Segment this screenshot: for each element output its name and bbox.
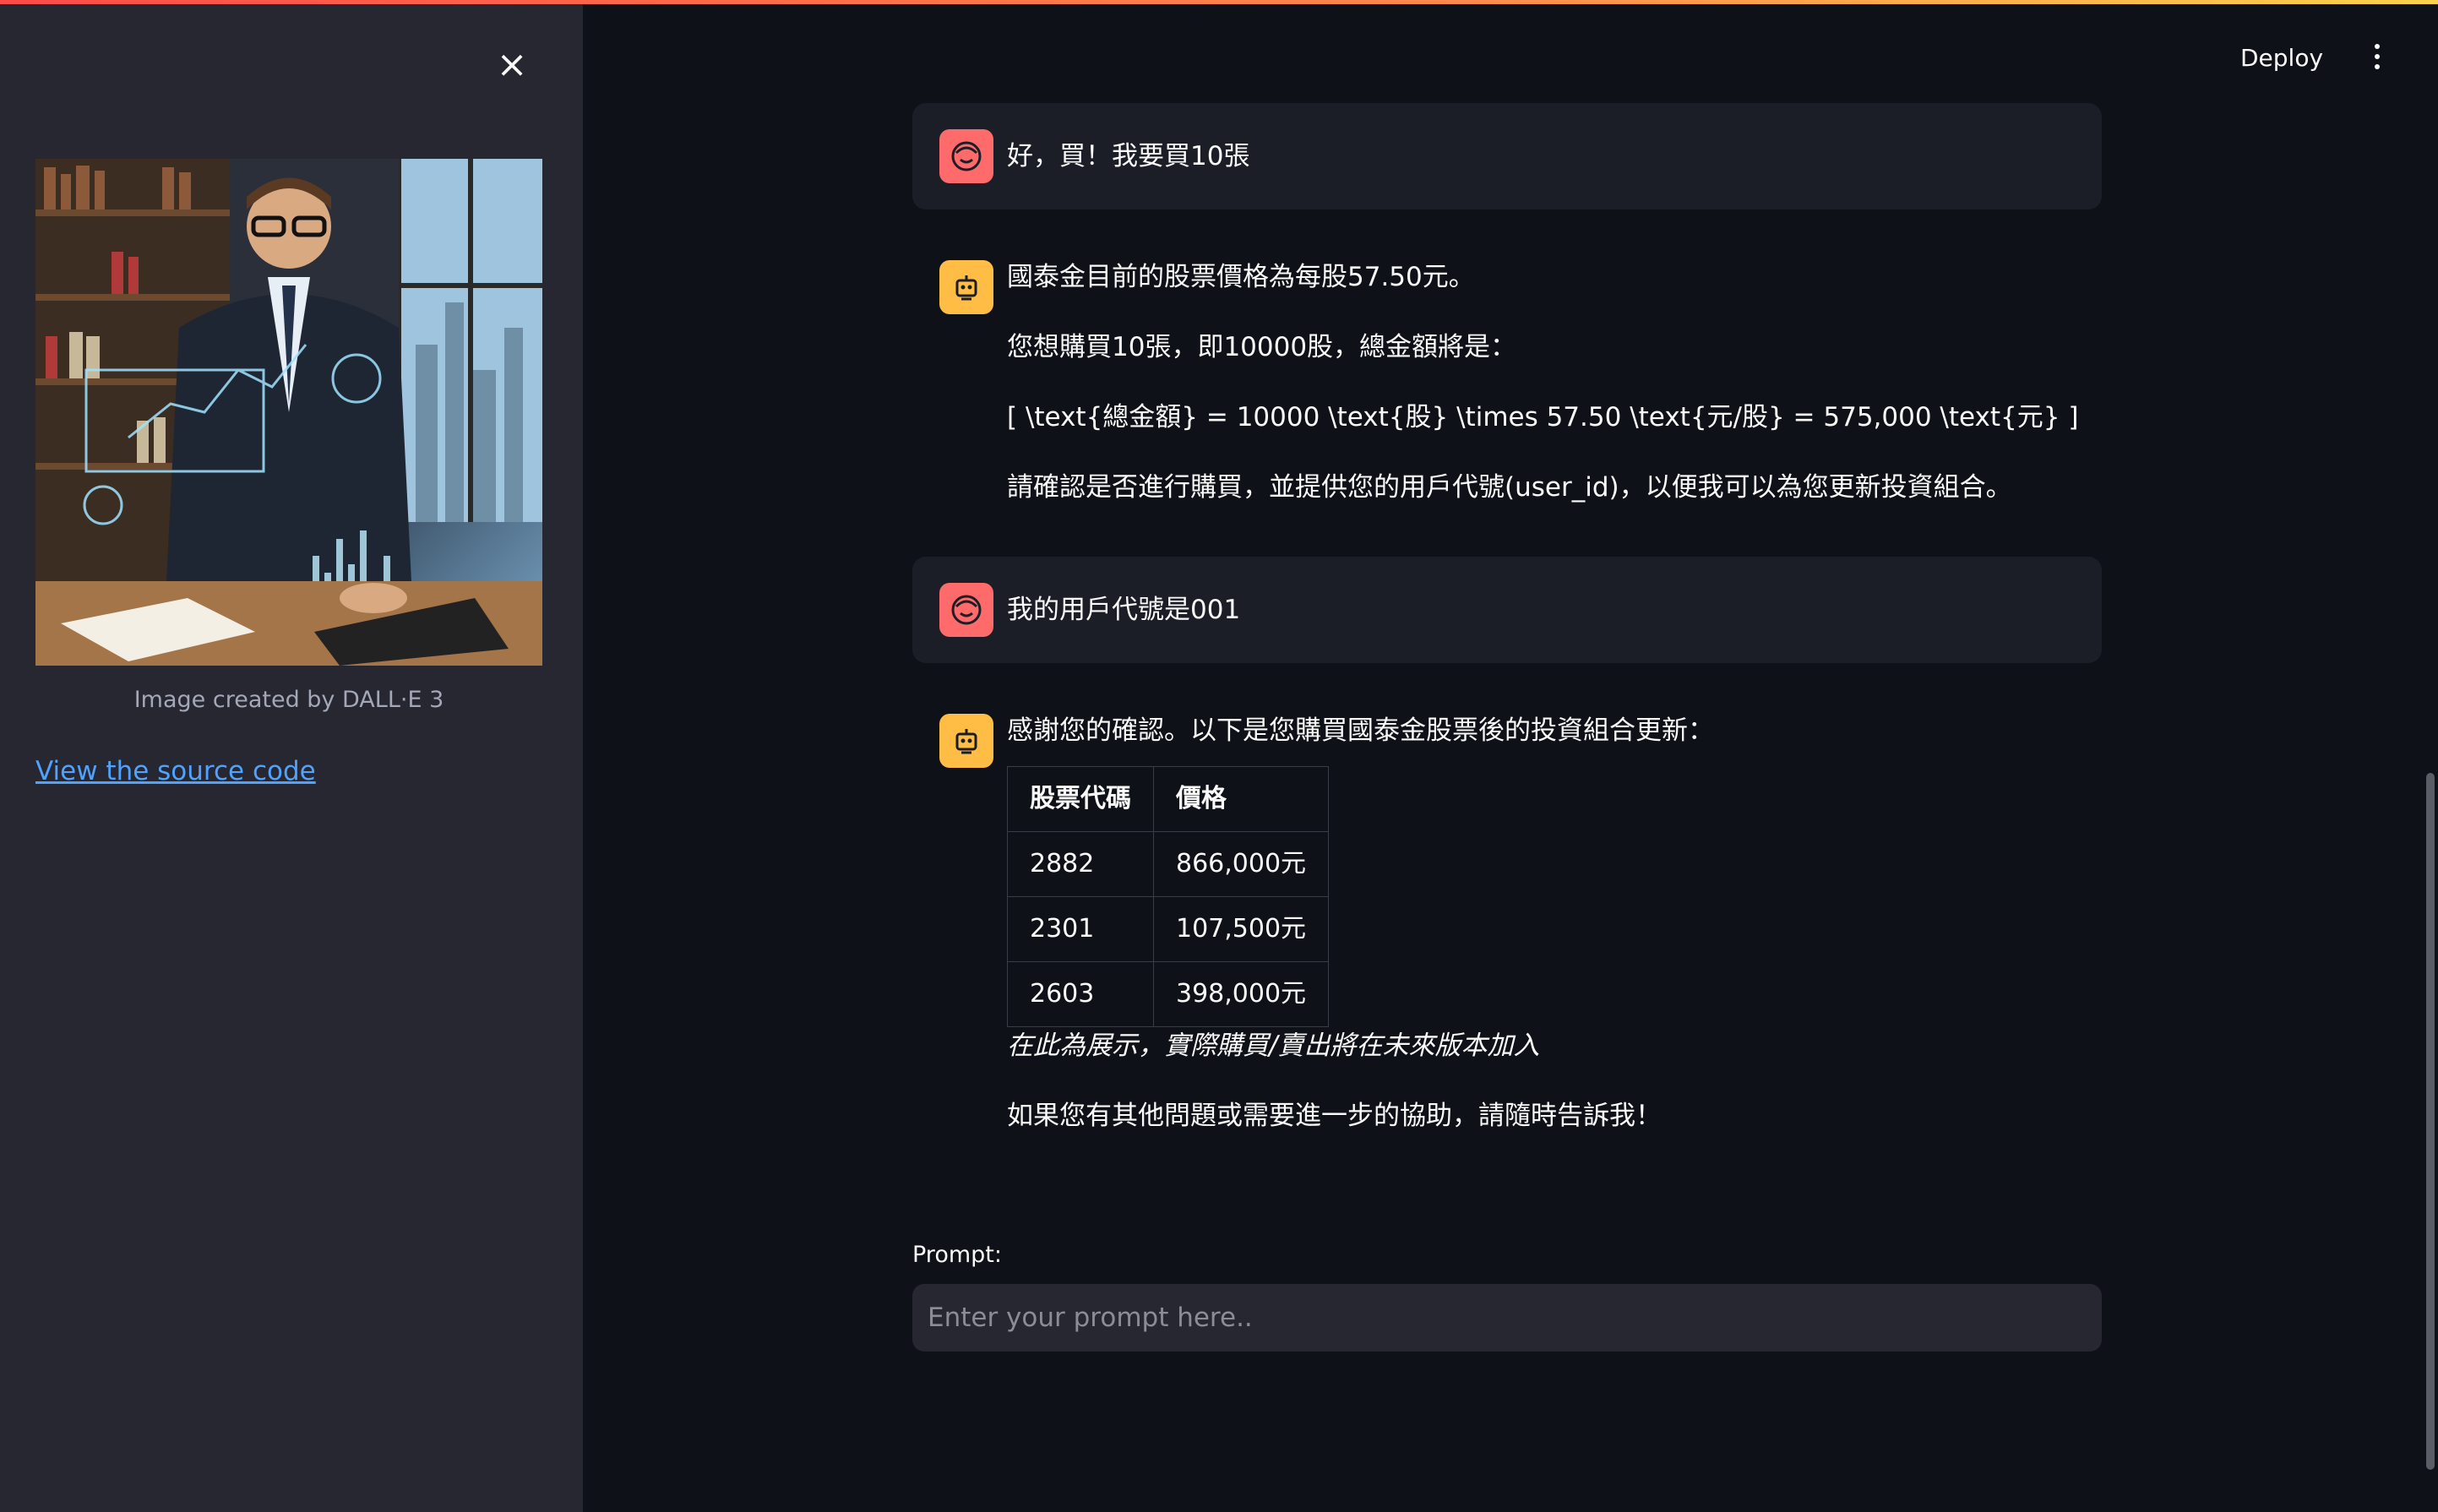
- more-options-icon[interactable]: [2365, 44, 2389, 78]
- demo-note: 在此為展示，實際購買/賣出將在未來版本加入: [1007, 1031, 1540, 1061]
- message-paragraph: 國泰金目前的股票價格為每股57.50元。: [1007, 262, 1475, 292]
- chat-area: 好，買！我要買10張 國泰金目前的股票價格為每股57.50元。 您想購買10張，…: [912, 103, 2102, 1160]
- table-cell: 2603: [1007, 961, 1154, 1027]
- table-cell: 2301: [1007, 896, 1154, 962]
- table-cell: 398,000元: [1152, 961, 1330, 1027]
- message-closing: 如果您有其他問題或需要進一步的協助，請隨時告訴我！: [1007, 1101, 1662, 1131]
- message-paragraph: 您想購買10張，即10000股，總金額將是：: [1007, 332, 1517, 362]
- table-header-cell: 股票代碼: [1007, 766, 1154, 832]
- robot-icon: [939, 260, 993, 314]
- table-row: 2301 107,500元: [1007, 896, 1330, 962]
- chat-message-assistant: 感謝您的確認。以下是您購買國泰金股票後的投資組合更新： 股票代碼 價格 2882…: [912, 687, 2102, 1160]
- table-cell: 107,500元: [1152, 896, 1330, 962]
- message-text: 感謝您的確認。以下是您購買國泰金股票後的投資組合更新： 股票代碼 價格 2882…: [1007, 712, 2102, 1134]
- table-row: 2603 398,000元: [1007, 961, 1330, 1027]
- chat-message-assistant: 國泰金目前的股票價格為每股57.50元。 您想購買10張，即10000股，總金額…: [912, 233, 2102, 531]
- prompt-input[interactable]: [912, 1284, 2102, 1352]
- view-source-link[interactable]: View the source code: [35, 756, 316, 786]
- chat-message-user: 好，買！我要買10張: [912, 103, 2102, 209]
- deploy-button[interactable]: Deploy: [2240, 44, 2323, 72]
- portfolio-table: 股票代碼 價格 2882 866,000元 2301 107,500元 2603: [1007, 766, 1330, 1027]
- close-icon[interactable]: ×: [495, 46, 529, 84]
- table-header-row: 股票代碼 價格: [1007, 766, 1330, 832]
- table-header-cell: 價格: [1152, 766, 1330, 832]
- table-cell: 866,000元: [1152, 831, 1330, 897]
- sidebar-image: [35, 159, 542, 666]
- prompt-label: Prompt:: [912, 1242, 1002, 1268]
- sidebar: × Image created by DALL·E 3 View the sou…: [0, 4, 583, 1512]
- businessman-illustration: [35, 159, 542, 666]
- message-text: 好，買！我要買10張: [1007, 141, 1250, 171]
- message-paragraph: [ \text{總金額} = 10000 \text{股} \times 57.…: [1007, 402, 2079, 432]
- smiley-face-icon: [939, 583, 993, 637]
- message-paragraph: 請確認是否進行購買，並提供您的用戶代號(user_id)，以便我可以為您更新投資…: [1007, 472, 2012, 503]
- message-text: 國泰金目前的股票價格為每股57.50元。 您想購買10張，即10000股，總金額…: [1007, 258, 2102, 506]
- robot-icon: [939, 714, 993, 768]
- chat-message-user: 我的用戶代號是001: [912, 557, 2102, 663]
- scrollbar[interactable]: [2426, 773, 2435, 1470]
- message-text: 我的用戶代號是001: [1007, 595, 1241, 625]
- smiley-face-icon: [939, 129, 993, 183]
- table-row: 2882 866,000元: [1007, 831, 1330, 897]
- message-intro: 感謝您的確認。以下是您購買國泰金股票後的投資組合更新：: [1007, 715, 1714, 746]
- image-caption: Image created by DALL·E 3: [133, 687, 444, 713]
- table-cell: 2882: [1007, 831, 1154, 897]
